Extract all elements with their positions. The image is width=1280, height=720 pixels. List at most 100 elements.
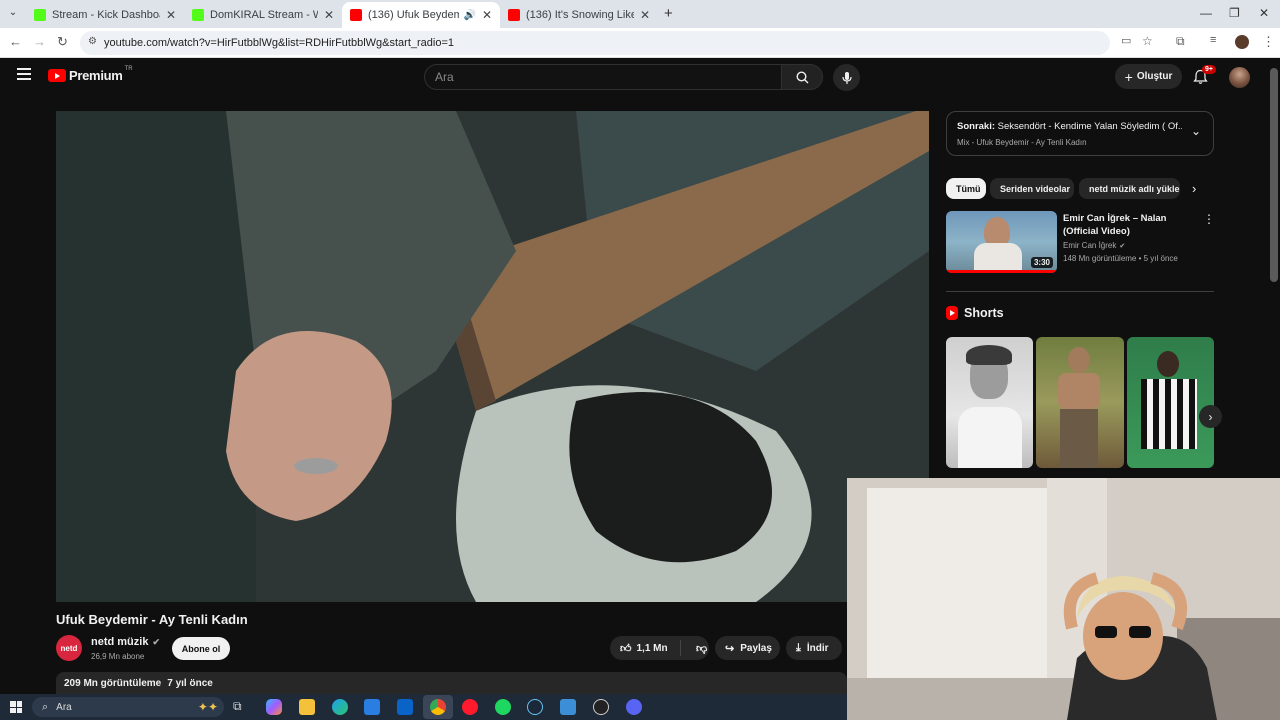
webcam-overlay	[847, 478, 1280, 720]
like-button[interactable]: 👍︎ 1,1 Mn	[610, 642, 674, 655]
like-count: 1,1 Mn	[636, 642, 668, 654]
forward-button[interactable]: →	[33, 34, 46, 49]
download-button[interactable]: ⤓ İndir	[786, 636, 842, 660]
search-button[interactable]	[781, 64, 823, 90]
chip-channel-uploads[interactable]: netd müzik adlı yükle	[1079, 178, 1180, 199]
back-button[interactable]: ←	[9, 34, 22, 49]
restore-window-button[interactable]: ❐	[1229, 6, 1240, 20]
shorts-title: Shorts	[964, 306, 1004, 320]
chrome-menu-icon[interactable]: ⋮	[1262, 34, 1275, 50]
next-video-title: Seksendört - Kendime Yalan Söyledim ( Of…	[997, 121, 1182, 132]
close-tab-icon[interactable]: ✕	[482, 8, 492, 22]
create-button[interactable]: + Oluştur	[1115, 64, 1182, 89]
divider	[680, 640, 681, 656]
discord-icon[interactable]	[626, 699, 642, 715]
video-player[interactable]	[56, 111, 929, 602]
close-tab-icon[interactable]: ✕	[324, 8, 334, 22]
tab-kick-dashboard[interactable]: Stream - Kick Dashboard ✕	[26, 2, 184, 28]
search-input[interactable]: Ara	[424, 64, 782, 90]
opera-icon[interactable]	[462, 699, 478, 715]
spotify-icon[interactable]	[495, 699, 511, 715]
media-controls-icon[interactable]: ≡	[1210, 34, 1216, 46]
tab-list-dropdown[interactable]: ⌄	[6, 7, 20, 21]
voice-search-button[interactable]	[833, 64, 860, 91]
dislike-button[interactable]: 👎︎	[687, 642, 707, 655]
notifications-button[interactable]: 9+	[1193, 65, 1216, 85]
bookmark-star-icon[interactable]: ☆	[1142, 34, 1153, 48]
file-explorer-icon[interactable]	[299, 699, 315, 715]
new-tab-button[interactable]: +	[664, 5, 673, 22]
share-label: Paylaş	[740, 642, 772, 654]
short-thumbnail-2[interactable]	[1036, 337, 1124, 468]
address-bar[interactable]: ⚙ youtube.com/watch?v=HirFutbblWg&list=R…	[80, 31, 1110, 55]
kick-favicon-icon	[34, 9, 46, 21]
outlook-icon[interactable]	[397, 699, 413, 715]
speaker-icon[interactable]: 🔊	[463, 10, 475, 21]
taskbar-search-box[interactable]: ⌕ Ara ✦✦	[32, 697, 224, 717]
region-code: TR	[124, 65, 133, 72]
taskbar-search-placeholder: Ara	[56, 701, 72, 713]
chevron-down-icon[interactable]: ⌄	[1191, 124, 1201, 138]
hamburger-menu-icon[interactable]	[17, 68, 31, 80]
tab-title: DomKIRAL Stream - Watch Live	[210, 9, 318, 21]
thumbs-up-icon: 👍︎	[620, 642, 632, 655]
create-label: Oluştur	[1136, 71, 1173, 82]
copilot-icon[interactable]	[266, 699, 282, 715]
mix-label: Mix - Ufuk Beydemir - Ay Tenli Kadın	[957, 138, 1087, 147]
steam-icon[interactable]	[527, 699, 543, 715]
reload-button[interactable]: ↻	[57, 34, 68, 50]
shorts-next-arrow-button[interactable]: ›	[1199, 405, 1222, 428]
kick-favicon-icon	[192, 9, 204, 21]
channel-avatar-text: netd	[60, 643, 78, 653]
youtube-header: Premium TR Ara + Oluştur 9+	[0, 58, 1280, 98]
description-box[interactable]: 209 Mn görüntüleme 7 yıl önce	[56, 672, 847, 694]
verified-check-icon: ✔	[1119, 242, 1126, 250]
channel-name[interactable]: netd müzik ✔	[91, 636, 160, 648]
url-text: youtube.com/watch?v=HirFutbblWg&list=RDH…	[104, 37, 455, 49]
chip-series-videos[interactable]: Seriden videolar	[990, 178, 1074, 199]
obs-icon[interactable]	[593, 699, 609, 715]
page-scrollbar[interactable]	[1270, 68, 1278, 282]
recommended-video[interactable]: 3:30 Emir Can İğrek – Nalan (Official Vi…	[946, 211, 1215, 275]
search-placeholder: Ara	[435, 70, 454, 84]
microsoft-store-icon[interactable]	[364, 699, 380, 715]
like-dislike-group: 👍︎ 1,1 Mn 👎︎	[610, 636, 709, 660]
recommended-channel[interactable]: Emir Can İğrek ✔	[1063, 241, 1125, 250]
chips-next-arrow-icon[interactable]: ›	[1192, 181, 1196, 196]
tab-kick-stream[interactable]: DomKIRAL Stream - Watch Live ✕	[184, 2, 342, 28]
edge-browser-icon[interactable]	[332, 699, 348, 715]
tab-title: (136) It's Snowing Like It's the	[526, 9, 634, 21]
app-icon[interactable]	[560, 699, 576, 715]
search-icon: ⌕	[42, 700, 49, 713]
close-tab-icon[interactable]: ✕	[166, 8, 176, 22]
tab-youtube-2[interactable]: (136) It's Snowing Like It's the ✕	[500, 2, 658, 28]
playlist-next-panel[interactable]: Sonraki: Seksendört - Kendime Yalan Söyl…	[946, 111, 1214, 156]
more-options-icon[interactable]: ⋮	[1203, 212, 1215, 226]
site-info-icon[interactable]: ⚙	[88, 36, 97, 47]
cast-icon[interactable]: ▭	[1121, 34, 1131, 47]
tab-youtube-active[interactable]: (136) Ufuk Beydemir - Ay Te 🔊 ✕	[342, 2, 500, 28]
task-view-icon[interactable]: ⧉	[233, 699, 242, 714]
video-title: Ufuk Beydemir - Ay Tenli Kadın	[56, 612, 248, 627]
channel-avatar[interactable]: netd	[56, 635, 82, 661]
recommended-meta: 148 Mn görüntüleme • 5 yıl önce	[1063, 254, 1178, 263]
close-window-button[interactable]: ✕	[1259, 6, 1269, 20]
close-tab-icon[interactable]: ✕	[640, 8, 650, 22]
shorts-logo-icon	[946, 306, 958, 320]
account-avatar[interactable]	[1229, 67, 1250, 88]
extensions-icon[interactable]: ⧉	[1176, 34, 1185, 49]
profile-avatar[interactable]	[1235, 35, 1249, 49]
recommended-thumbnail[interactable]: 3:30	[946, 211, 1057, 273]
windows-start-icon[interactable]	[10, 701, 22, 713]
recommended-title[interactable]: Emir Can İğrek – Nalan (Official Video)	[1063, 212, 1198, 238]
youtube-premium-logo[interactable]: Premium TR	[48, 65, 133, 83]
minimize-window-button[interactable]: —	[1200, 6, 1212, 20]
share-button[interactable]: ↪ Paylaş	[715, 636, 780, 660]
short-thumbnail-1[interactable]	[946, 337, 1033, 468]
chip-all[interactable]: Tümü	[946, 178, 986, 199]
next-up-line: Sonraki: Seksendört - Kendime Yalan Söyl…	[957, 121, 1182, 132]
chrome-taskbar-button-active[interactable]	[423, 695, 453, 719]
subscribe-button[interactable]: Abone ol	[172, 637, 230, 660]
short-thumbnail-3[interactable]	[1127, 337, 1214, 468]
notification-count-badge: 9+	[1202, 65, 1216, 74]
